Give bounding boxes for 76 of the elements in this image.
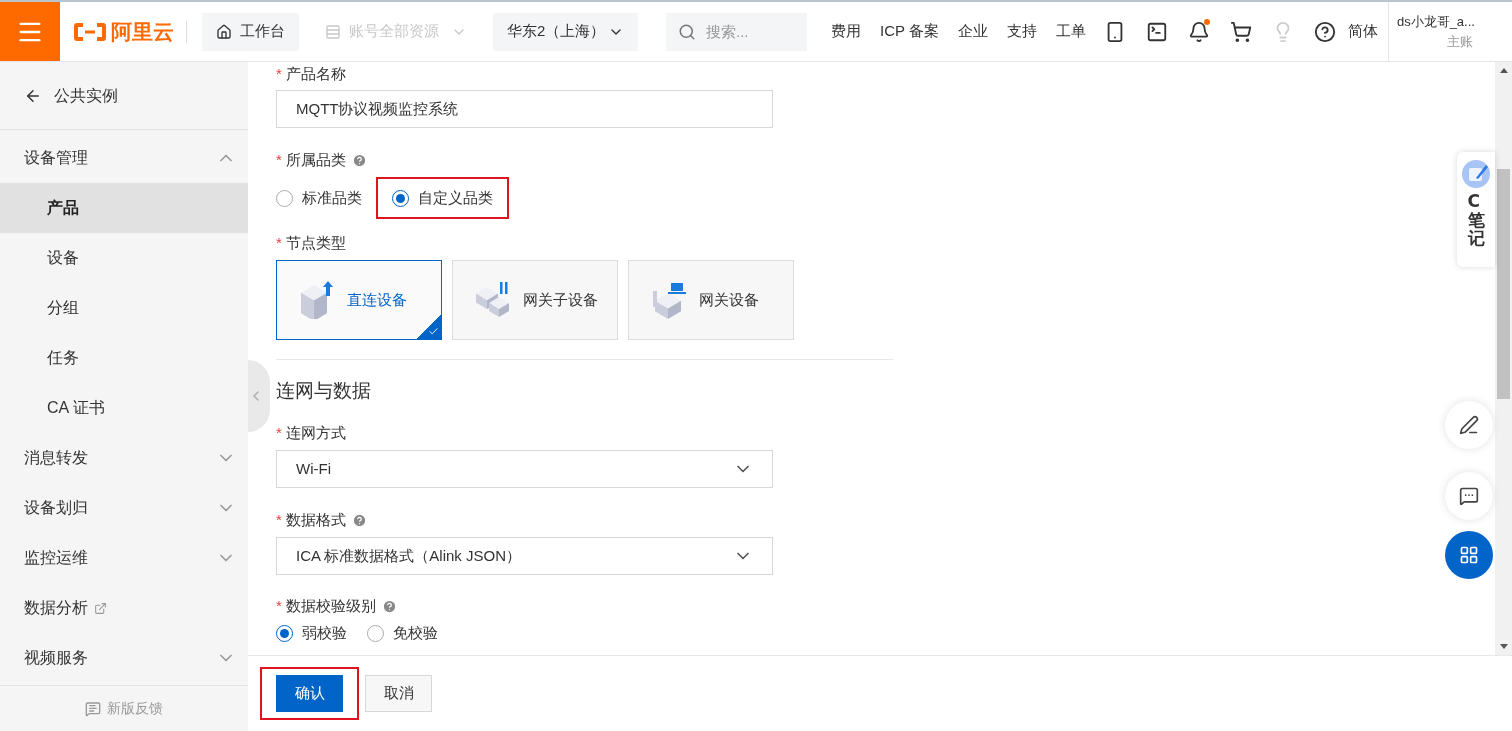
- cancel-button[interactable]: 取消: [365, 675, 432, 712]
- radio-option[interactable]: 自定义品类: [392, 186, 493, 210]
- nav-link[interactable]: 工单: [1055, 20, 1086, 43]
- back-link[interactable]: 公共实例: [0, 62, 248, 130]
- field-label: 产品名称: [285, 64, 346, 84]
- external-link-icon: [94, 601, 107, 615]
- region-dropdown[interactable]: 华东2（上海）: [493, 12, 638, 51]
- field-label: 所属品类: [285, 150, 346, 170]
- scroll-up-icon[interactable]: [1499, 68, 1508, 73]
- terminal-icon[interactable]: [1145, 20, 1168, 43]
- chat-icon: [1459, 486, 1479, 506]
- required-mark: *: [276, 150, 282, 170]
- grid-icon: [1459, 545, 1479, 565]
- collapse-handle[interactable]: [248, 360, 270, 432]
- device-icon: [299, 281, 335, 319]
- sidebar-group[interactable]: 视频服务: [0, 633, 248, 683]
- sidebar-group[interactable]: 监控运维: [0, 533, 248, 583]
- confirm-button[interactable]: 确认: [276, 675, 343, 712]
- chat-button[interactable]: [1445, 472, 1493, 520]
- apps-button[interactable]: [1445, 531, 1493, 579]
- pencil-icon: [1459, 415, 1479, 435]
- user-name[interactable]: ds小龙哥_a...: [1396, 12, 1512, 32]
- device-icon: [651, 281, 687, 319]
- cart-icon[interactable]: [1229, 20, 1252, 43]
- required-mark: *: [276, 233, 282, 253]
- field-label: 数据格式: [285, 510, 346, 530]
- nav-link[interactable]: ICP 备案: [880, 20, 939, 43]
- notebook-icon: [1462, 160, 1490, 188]
- notification-icon[interactable]: [1187, 20, 1210, 43]
- sidebar-item[interactable]: 设备: [0, 233, 248, 283]
- note-label: C笔记: [1467, 192, 1485, 249]
- search-field[interactable]: 搜索...: [666, 12, 807, 51]
- node-type-card[interactable]: 网关设备: [628, 260, 794, 340]
- section-title: 连网与数据: [276, 380, 372, 402]
- sidebar-item[interactable]: 分组: [0, 283, 248, 333]
- required-mark: *: [276, 64, 282, 84]
- logo-text: 阿里云: [111, 18, 174, 45]
- device-icon: [475, 281, 511, 319]
- sidebar-group[interactable]: 设备划归: [0, 483, 248, 533]
- language-link[interactable]: 简体: [1347, 20, 1378, 43]
- sidebar-item[interactable]: 任务: [0, 333, 248, 383]
- nav-link[interactable]: 支持: [1006, 20, 1037, 43]
- feedback-icon: [85, 700, 101, 717]
- sidebar-group[interactable]: 消息转发: [0, 433, 248, 483]
- menu-button[interactable]: [0, 2, 60, 61]
- field-label: 数据校验级别: [285, 596, 376, 616]
- field-label: 节点类型: [285, 233, 346, 253]
- sidebar-group[interactable]: 数据分析: [0, 583, 248, 633]
- radio-option[interactable]: 标准品类: [276, 186, 362, 210]
- help-icon[interactable]: [1313, 20, 1336, 43]
- note-widget[interactable]: C笔记: [1457, 152, 1495, 267]
- scroll-down-icon[interactable]: [1499, 644, 1508, 649]
- sidebar-item[interactable]: CA 证书: [0, 383, 248, 433]
- nav-link[interactable]: 企业: [957, 20, 988, 43]
- scrollbar-thumb[interactable]: [1497, 168, 1510, 399]
- required-mark: *: [276, 510, 282, 530]
- sidebar-item[interactable]: 产品: [0, 183, 248, 233]
- logo-icon: [73, 20, 107, 43]
- required-mark: *: [276, 423, 282, 443]
- node-type-card[interactable]: 网关子设备: [452, 260, 618, 340]
- field-label: 连网方式: [285, 423, 346, 443]
- radio-option[interactable]: 弱校验: [276, 621, 347, 645]
- product-name-input[interactable]: MQTT协议视频监控系统: [276, 90, 773, 128]
- radio-option[interactable]: 免校验: [367, 621, 438, 645]
- home-icon: [216, 23, 232, 40]
- select-field[interactable]: Wi-Fi: [276, 450, 773, 488]
- required-mark: *: [276, 596, 282, 616]
- select-field[interactable]: ICA 标准数据格式（Alink JSON）: [276, 537, 773, 575]
- search-icon: [678, 22, 696, 41]
- sidebar-group[interactable]: 设备管理: [0, 133, 248, 183]
- edit-button[interactable]: [1445, 401, 1493, 449]
- node-type-card[interactable]: 直连设备: [276, 260, 442, 340]
- list-icon: [325, 23, 341, 40]
- account-role: 主账: [1445, 32, 1474, 51]
- nav-link[interactable]: 费用: [831, 20, 861, 43]
- workbench-button[interactable]: 工作台: [202, 12, 299, 51]
